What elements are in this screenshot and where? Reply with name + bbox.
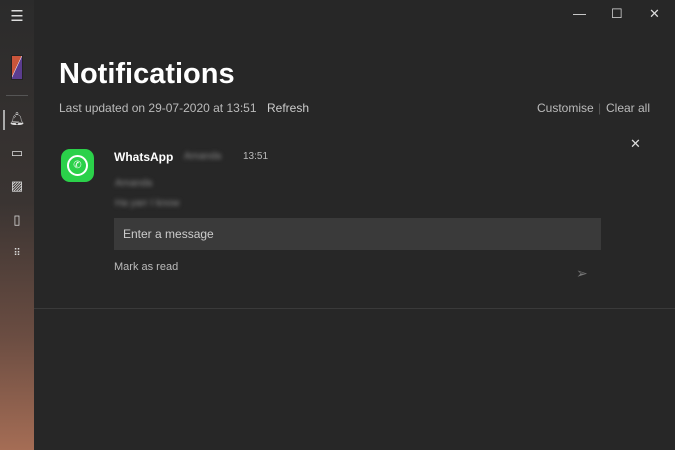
sidebar: ☰ 🔔︎ ▭ ▨ ▯ ⠿ <box>0 0 34 450</box>
reply-input[interactable]: Enter a message <box>114 218 601 250</box>
mark-as-read-button[interactable]: Mark as read <box>114 261 178 273</box>
app-name: WhatsApp <box>114 150 174 164</box>
notifications-icon[interactable]: 🔔︎ <box>8 110 26 128</box>
phone-screen-icon[interactable]: ▯ <box>8 211 26 229</box>
send-icon[interactable]: ➢ <box>576 265 588 282</box>
divider <box>6 95 28 96</box>
apps-icon[interactable]: ⠿ <box>8 245 26 263</box>
messages-icon[interactable]: ▭ <box>8 144 26 162</box>
whatsapp-icon: ✆ <box>61 149 94 182</box>
timestamp: 13:51 <box>243 151 269 162</box>
refresh-link[interactable]: Refresh <box>267 101 309 115</box>
sender-name: Amanda <box>184 151 222 162</box>
maximize-button[interactable]: ☐ <box>611 6 623 22</box>
customise-link[interactable]: Customise <box>537 101 594 115</box>
clear-all-link[interactable]: Clear all <box>606 101 650 115</box>
menu-icon[interactable]: ☰ <box>8 8 26 26</box>
last-updated: Last updated on 29-07-2020 at 13:51 <box>59 101 257 115</box>
minimize-button[interactable]: — <box>573 6 586 21</box>
phone-thumbnail[interactable] <box>11 55 23 80</box>
photos-icon[interactable]: ▨ <box>8 177 26 195</box>
page-title: Notifications <box>59 58 235 90</box>
dismiss-button[interactable]: ✕ <box>630 136 641 152</box>
separator: | <box>598 101 602 115</box>
message-title: Amanda <box>115 178 153 189</box>
selection-indicator <box>3 110 5 130</box>
message-body: Ha yarr I know <box>115 198 180 209</box>
close-button[interactable]: ✕ <box>649 6 660 22</box>
notification-card: ✆ WhatsApp Amanda 13:51 Amanda Ha yarr I… <box>34 128 675 309</box>
